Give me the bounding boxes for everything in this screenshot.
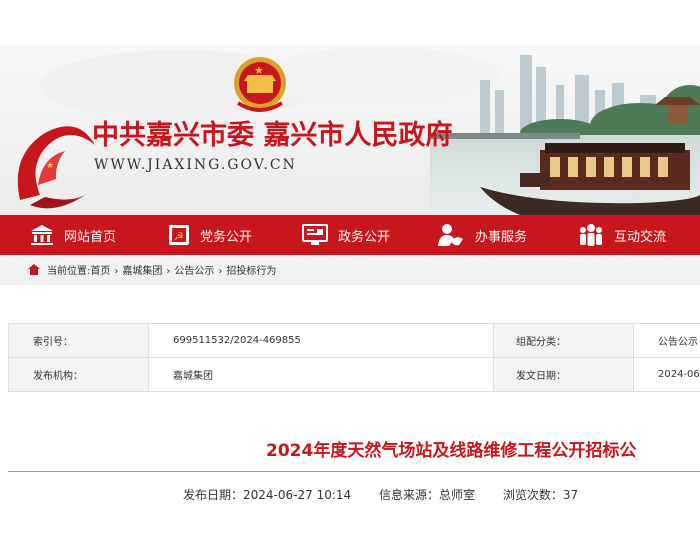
nav-label: 党务公开 [200,229,253,245]
people-group-icon [580,224,602,246]
breadcrumb: 当前位置:首页 › 嘉城集团 › 公告公示 › 招投标行为 [47,262,276,277]
meta-row: 发布机构： 嘉城集团 发文日期： 2024-06 [8,357,700,392]
nav-item-party-affairs[interactable]: ☭ 党务公开 [168,215,252,255]
article-title: 2024年度天然气场站及线路维修工程公开招标公 [266,441,637,461]
info-source: 信息来源：总师室 [378,488,475,502]
site-banner: ★ ★ 中共嘉兴市委 嘉兴市人民政府 WWW.JIAXING.GOV.CN [0,45,700,215]
document-meta-table: 索引号： 699511532/2024-469855 组配分类： 公告公示 发布… [8,323,700,392]
breadcrumb-separator: › [114,266,119,277]
publisher-label: 发布机构： [8,357,149,392]
main-nav: 网站首页 ☭ 党务公开 政务公开 办事服务 互动交流 [0,215,700,255]
breadcrumb-bidding[interactable]: 招投标行为 [226,266,276,277]
breadcrumb-bar: 当前位置:首页 › 嘉城集团 › 公告公示 › 招投标行为 [0,255,700,285]
home-temple-icon [31,225,53,245]
nav-item-home[interactable]: 网站首页 [30,215,116,255]
index-value: 699511532/2024-469855 [148,323,494,358]
index-label: 索引号： [8,323,149,358]
nav-item-interaction[interactable]: 互动交流 [578,215,666,255]
monitor-icon [302,224,328,245]
top-strip [0,0,700,45]
meta-row: 索引号： 699511532/2024-469855 组配分类： 公告公示 [8,323,700,358]
nav-label: 政务公开 [338,229,391,245]
breadcrumb-prefix: 当前位置: [47,266,91,277]
nav-label: 互动交流 [614,229,667,245]
category-value: 公告公示 [633,323,700,358]
home-icon [28,264,40,275]
breadcrumb-separator: › [166,266,171,277]
person-service-icon [438,224,463,246]
publish-date: 发布日期：2024-06-27 10:14 [183,488,352,502]
nav-item-gov-affairs[interactable]: 政务公开 [302,215,390,255]
breadcrumb-group[interactable]: 嘉城集团 [122,266,162,277]
date-label: 发文日期： [493,357,634,392]
article-info: 发布日期：2024-06-27 10:14 信息来源：总师室 浏览次数：37 [183,486,602,503]
party-flag-icon: ☭ [169,225,189,245]
date-value: 2024-06 [633,357,700,392]
breadcrumb-announcements[interactable]: 公告公示 [174,266,214,277]
title-divider [8,471,700,472]
svg-text:☭: ☭ [174,230,184,243]
nav-label: 办事服务 [475,229,528,245]
category-label: 组配分类： [493,323,634,358]
breadcrumb-separator: › [218,266,223,277]
view-count: 浏览次数：37 [502,488,579,502]
svg-text:★: ★ [254,64,264,77]
org-name: 中共嘉兴市委 嘉兴市人民政府 [92,120,453,151]
svg-text:★: ★ [46,161,54,171]
publisher-value: 嘉城集团 [148,357,494,392]
nav-item-services[interactable]: 办事服务 [437,215,527,255]
breadcrumb-home[interactable]: 首页 [90,266,110,277]
nav-label: 网站首页 [64,229,117,245]
site-url[interactable]: WWW.JIAXING.GOV.CN [94,157,297,173]
